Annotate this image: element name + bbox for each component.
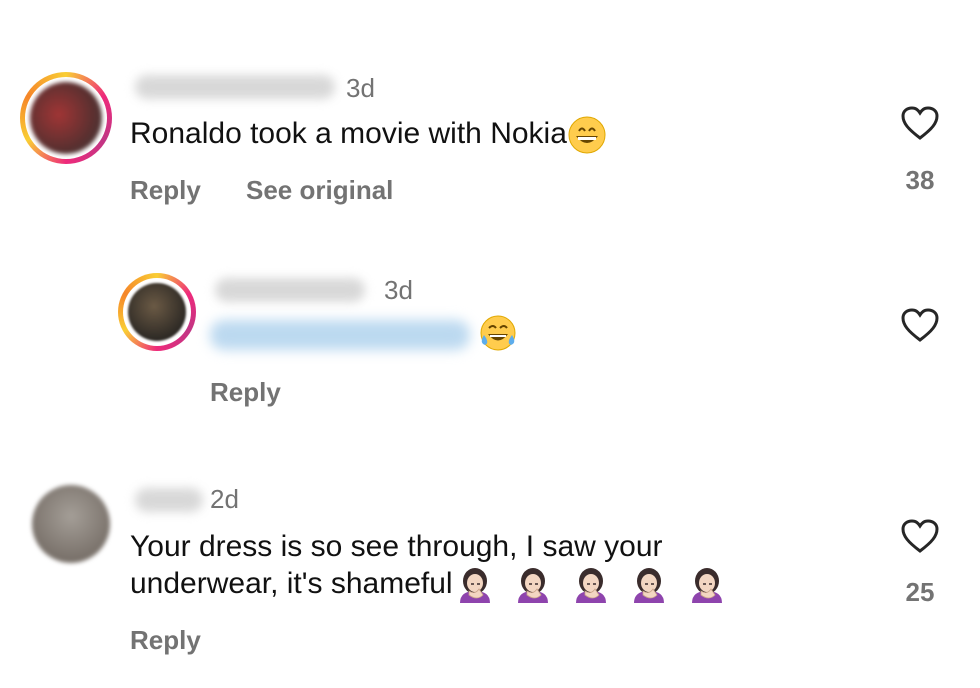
reply-button[interactable]: Reply: [130, 625, 201, 656]
reply-button[interactable]: Reply: [130, 175, 201, 206]
avatar-story-ring[interactable]: [118, 273, 196, 351]
like-heart-icon[interactable]: [900, 307, 940, 343]
facepalm-woman-emoji-icon: [517, 568, 548, 604]
comment-time: 3d: [346, 73, 375, 103]
comment-text-content: underwear, it's shameful: [130, 567, 453, 600]
like-count: 38: [905, 165, 935, 195]
grinning-emoji-icon: [568, 116, 606, 154]
username-blurred[interactable]: [215, 278, 365, 302]
avatar[interactable]: [32, 485, 110, 563]
comment-text-line-2: underwear, it's shameful: [130, 565, 727, 605]
comment-text-content: Ronaldo took a movie with Nokia: [130, 117, 567, 150]
blurred-mention-text: [210, 320, 470, 350]
facepalm-woman-emoji-icon: [633, 568, 664, 604]
avatar: [30, 82, 102, 154]
facepalm-woman-emoji-icon: [459, 568, 490, 604]
like-count: 25: [905, 577, 935, 607]
comment-time: 3d: [384, 275, 413, 305]
see-original-button[interactable]: See original: [246, 175, 393, 206]
tears-of-joy-emoji-icon: [480, 315, 516, 351]
comment-time: 2d: [210, 484, 239, 514]
comment-text: Ronaldo took a movie with Nokia: [130, 115, 607, 155]
username-blurred[interactable]: [135, 75, 335, 99]
reply-button[interactable]: Reply: [210, 377, 281, 408]
avatar-story-ring[interactable]: [20, 72, 112, 164]
facepalm-emoji-row: [453, 567, 727, 604]
facepalm-woman-emoji-icon: [691, 568, 722, 604]
username-blurred[interactable]: [135, 488, 203, 512]
avatar: [128, 283, 186, 341]
comment-text-line-1: Your dress is so see through, I saw your: [130, 530, 663, 563]
like-heart-icon[interactable]: [900, 105, 940, 141]
like-heart-icon[interactable]: [900, 518, 940, 554]
facepalm-woman-emoji-icon: [575, 568, 606, 604]
